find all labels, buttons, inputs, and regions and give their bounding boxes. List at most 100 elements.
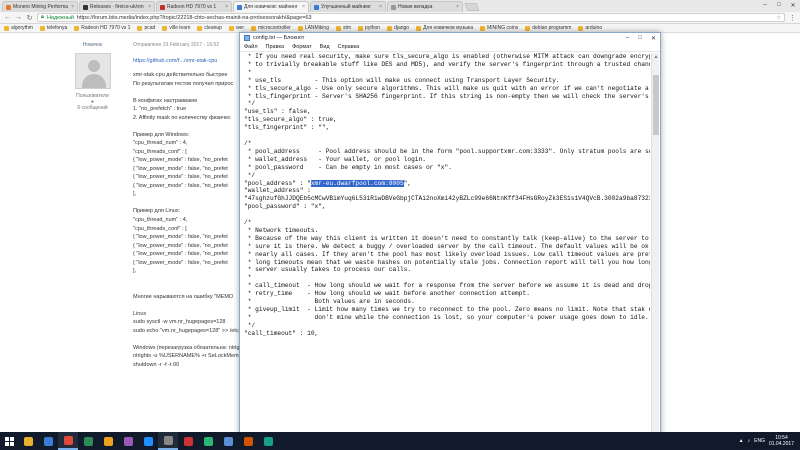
post-line: "cpu_threads_conf" : [: [133, 148, 187, 155]
menu-icon[interactable]: ⋮: [789, 14, 796, 22]
taskbar-app-button[interactable]: [198, 432, 218, 450]
browser-tab[interactable]: Releases · fireice-uk/xm ×: [79, 1, 155, 12]
avatar[interactable]: [74, 53, 111, 89]
taskbar-app-button[interactable]: [98, 432, 118, 450]
browser-tab[interactable]: Улучшенный майнинг ×: [310, 1, 386, 12]
notepad-text-area[interactable]: * If you need real security, make sure t…: [242, 53, 650, 441]
bookmark-item[interactable]: telefonya: [39, 25, 67, 31]
post-line: { "low_power_mode" : false, "no_prefet: [133, 157, 228, 164]
system-tray: ▲ ♪ ENG 10:54 01.04.2017: [739, 435, 800, 447]
bookmark-item[interactable]: algorythm: [4, 25, 33, 31]
bookmark-item[interactable]: debian programm: [525, 25, 571, 31]
folder-icon: [416, 25, 422, 31]
bookmark-item[interactable]: wer: [228, 25, 244, 31]
star-icon[interactable]: ☆: [776, 15, 781, 21]
folder-icon: [228, 25, 234, 31]
folder-icon: [358, 25, 364, 31]
post-line: { "low_power_mode" : false, "no_prefet: [133, 182, 228, 189]
menu-item[interactable]: Файл: [244, 44, 258, 50]
url-input[interactable]: 🔒︎ Надежный https://forum.bits.media/ind…: [37, 13, 785, 22]
notepad-maximize-icon[interactable]: □: [638, 35, 642, 42]
tab-label: Radeon HD 7970 vs 1: [167, 4, 217, 10]
new-tab-button[interactable]: [464, 3, 480, 11]
keyboard-lang[interactable]: ENG: [754, 438, 765, 444]
back-icon[interactable]: ←: [4, 14, 11, 21]
network-icon[interactable]: ▲: [739, 438, 744, 444]
taskbar-app-button[interactable]: [218, 432, 238, 450]
post-link[interactable]: https://github.com/f.../xmr-stak-cpu: [133, 57, 243, 66]
bookmark-item[interactable]: Для новичков музыка: [416, 25, 473, 31]
maximize-icon[interactable]: □: [772, 0, 786, 10]
post-line: xmr-stak-cpu действительно быстрее: [133, 72, 228, 79]
selected-text[interactable]: xmr-eu.dwarfpool.com:8005: [310, 179, 404, 187]
post-line: { "low_power_mode" : false, "no_prefet: [133, 242, 228, 249]
bookmark-label: MINING coins: [487, 25, 519, 31]
taskbar-app-button[interactable]: [18, 432, 38, 450]
clock[interactable]: 10:54 01.04.2017: [769, 435, 794, 447]
browser-tab[interactable]: Для новичков: майнинг ×: [233, 1, 309, 12]
start-button[interactable]: [0, 432, 18, 450]
forward-icon[interactable]: →: [15, 14, 22, 21]
minimize-icon[interactable]: –: [758, 0, 772, 10]
notepad-minimize-icon[interactable]: –: [626, 35, 629, 42]
bookmark-item[interactable]: MINING coins: [480, 25, 518, 31]
bookmark-label: microcontroller: [258, 25, 291, 31]
app-icon: [43, 436, 53, 446]
menu-item[interactable]: Формат: [292, 44, 312, 50]
menu-item[interactable]: Справка: [338, 44, 360, 50]
browser-tab[interactable]: Monero Mining Performa ×: [2, 1, 78, 12]
bookmark-item[interactable]: stm: [335, 25, 351, 31]
post-line: Пример для Linux:: [133, 208, 181, 215]
taskbar-app-button[interactable]: [238, 432, 258, 450]
bookmark-item[interactable]: django: [387, 25, 409, 31]
bookmark-item[interactable]: ville learn: [162, 25, 190, 31]
taskbar-app-button[interactable]: [58, 432, 78, 450]
taskbar-app-button[interactable]: [178, 432, 198, 450]
taskbar-app-button[interactable]: [38, 432, 58, 450]
bookmark-item[interactable]: microcontroller: [251, 25, 291, 31]
browser-tab[interactable]: Новая вкладка ×: [387, 1, 463, 12]
reload-icon[interactable]: ↻: [26, 14, 33, 22]
bookmark-item[interactable]: python: [358, 25, 380, 31]
taskbar-app-button[interactable]: [78, 432, 98, 450]
app-icon: [63, 435, 73, 445]
notepad-close-icon[interactable]: ✕: [651, 35, 656, 42]
close-icon[interactable]: ✕: [786, 0, 800, 10]
menu-item[interactable]: Правка: [266, 44, 285, 50]
browser-tab[interactable]: Radeon HD 7970 vs 1 ×: [156, 1, 232, 12]
tab-strip: Monero Mining Performa × Releases · fireic…: [0, 0, 800, 12]
bookmark-item[interactable]: cleanup: [197, 25, 222, 31]
bookmark-label: django: [394, 25, 410, 31]
taskbar: ▲ ♪ ENG 10:54 01.04.2017: [0, 432, 800, 450]
bookmark-label: wer: [235, 25, 244, 31]
bookmark-item[interactable]: Radeon HD 7970 vs 1: [74, 25, 130, 31]
tab-close-icon[interactable]: ×: [225, 4, 228, 10]
tab-close-icon[interactable]: ×: [456, 4, 459, 10]
post-line: ntrights -u %USERNAME% +r SeLockMemoryPr…: [133, 353, 243, 360]
taskbar-app-button[interactable]: [258, 432, 278, 450]
tab-label: Releases · fireice-uk/xm: [90, 4, 144, 10]
notepad-scrollbar[interactable]: ▲ ▼: [651, 53, 659, 441]
notepad-title: config.txt — Блокнот: [253, 35, 305, 41]
taskbar-app-button[interactable]: [158, 432, 178, 450]
favicon-icon: [160, 4, 165, 10]
favicon-icon: [391, 4, 396, 10]
bookmark-item[interactable]: LANMiking: [297, 25, 329, 31]
app-icon: [263, 436, 273, 446]
tab-label: Улучшенный майнинг: [321, 4, 372, 10]
app-icon: [163, 435, 173, 445]
bookmark-item[interactable]: pcad: [137, 25, 155, 31]
scroll-thumb[interactable]: [653, 75, 659, 135]
tab-close-icon[interactable]: ×: [148, 4, 151, 10]
scroll-up-icon[interactable]: ▲: [652, 53, 660, 61]
post-line: [133, 276, 243, 285]
tab-close-icon[interactable]: ×: [71, 4, 74, 10]
post-line: 2. Affinity mask по количеству физичес: [133, 114, 231, 121]
volume-icon[interactable]: ♪: [748, 438, 751, 444]
tab-close-icon[interactable]: ×: [302, 4, 305, 10]
taskbar-app-button[interactable]: [118, 432, 138, 450]
menu-item[interactable]: Вид: [320, 44, 330, 50]
tab-close-icon[interactable]: ×: [379, 4, 382, 10]
taskbar-app-button[interactable]: [138, 432, 158, 450]
bookmark-item[interactable]: arduino: [578, 25, 602, 31]
